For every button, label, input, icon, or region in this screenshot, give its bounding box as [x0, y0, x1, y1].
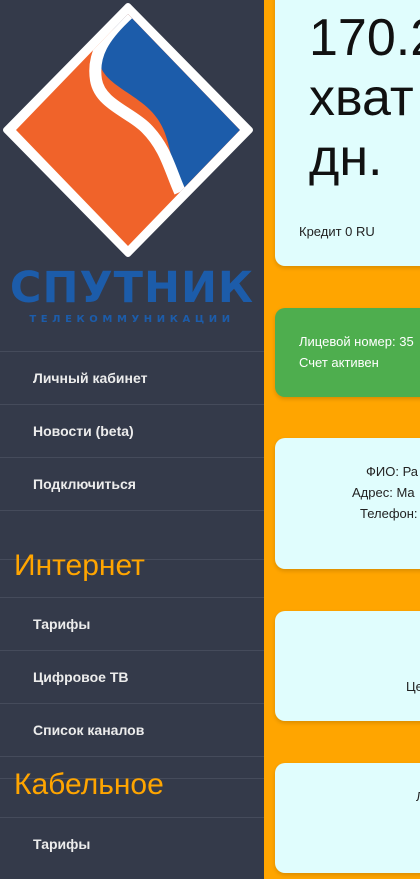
- nav-item-label: Тарифы: [33, 616, 91, 632]
- account-card: Лицевой номер: 35 Счет активен: [275, 308, 420, 397]
- info-card-2-text: Л: [416, 789, 420, 804]
- logo-title: СПУТНИК: [9, 263, 255, 313]
- info-card-2: Л: [275, 763, 420, 873]
- sidebar: СПУТНИК ТЕЛЕКОММУНИКАЦИИ Личный кабинет …: [0, 0, 264, 879]
- section-title-internet: Интернет: [14, 549, 145, 582]
- nav-item-connect[interactable]: Подключиться: [0, 457, 264, 509]
- nav-item-channel-list[interactable]: Список каналов: [0, 703, 264, 755]
- nav-item-cable-tariffs[interactable]: Тарифы: [0, 817, 264, 869]
- account-status: Счет активен: [299, 355, 379, 370]
- nav-divider: [0, 510, 264, 511]
- nav-item-label: Личный кабинет: [33, 370, 148, 386]
- user-info-card: ФИО: Ра Адрес: Ма Телефон:: [275, 438, 420, 569]
- nav-item-account[interactable]: Личный кабинет: [0, 351, 264, 403]
- user-phone: Телефон:: [360, 506, 418, 521]
- nav-item-label: Цифровое ТВ: [33, 669, 129, 685]
- nav-divider: [0, 756, 264, 757]
- logo[interactable]: СПУТНИК ТЕЛЕКОММУНИКАЦИИ: [0, 0, 264, 350]
- user-name: ФИО: Ра: [366, 464, 419, 479]
- nav-item-label: Новости (beta): [33, 423, 134, 439]
- logo-subtitle: ТЕЛЕКОММУНИКАЦИИ: [29, 314, 235, 325]
- account-number: Лицевой номер: 35: [299, 334, 414, 349]
- nav-item-news[interactable]: Новости (beta): [0, 404, 264, 456]
- main-content: 170.2 хват дн. Кредит 0 RU Лицевой номер…: [264, 0, 420, 879]
- balance-days-text: хват: [309, 69, 414, 127]
- info-card-text: Це: [406, 679, 420, 694]
- balance-card: 170.2 хват дн. Кредит 0 RU: [275, 0, 420, 266]
- nav-item-label: Тарифы: [33, 836, 91, 852]
- nav-item-digital-tv[interactable]: Цифровое ТВ: [0, 650, 264, 702]
- balance-days-unit: дн.: [309, 129, 383, 187]
- section-title-cable: Кабельное: [14, 768, 164, 801]
- credit-text: Кредит 0 RU: [299, 224, 375, 239]
- user-address: Адрес: Ма: [352, 485, 415, 500]
- nav-item-label: Список каналов: [33, 722, 145, 738]
- sputnik-logo-icon: [3, 3, 253, 257]
- info-card: Це: [275, 611, 420, 721]
- balance-amount: 170.2: [309, 9, 420, 67]
- nav-item-internet-tariffs[interactable]: Тарифы: [0, 597, 264, 649]
- nav-item-label: Подключиться: [33, 476, 136, 492]
